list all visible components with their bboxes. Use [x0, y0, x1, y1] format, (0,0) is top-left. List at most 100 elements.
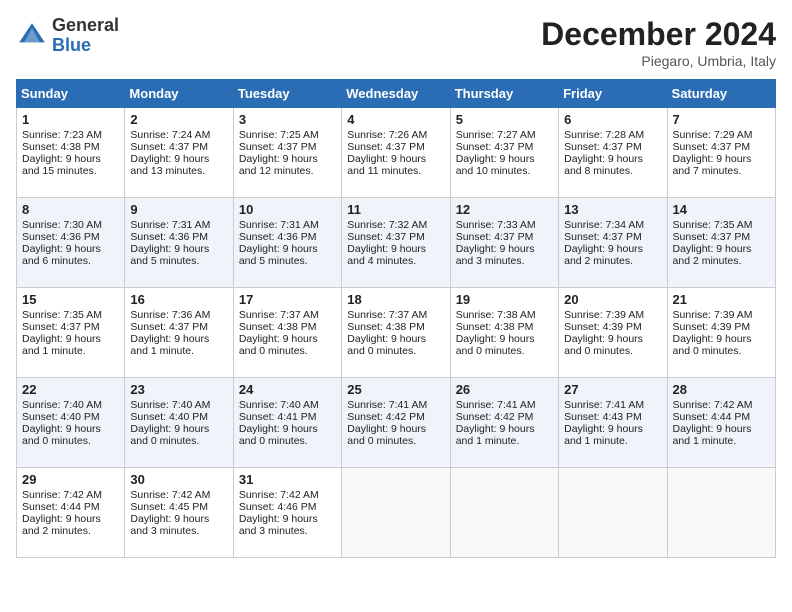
calendar-cell: 31 Sunrise: 7:42 AM Sunset: 4:46 PM Dayl… — [233, 468, 341, 558]
calendar-cell: 11 Sunrise: 7:32 AM Sunset: 4:37 PM Dayl… — [342, 198, 450, 288]
daylight-label: Daylight: 9 hours and 8 minutes. — [564, 153, 643, 177]
calendar-week-row: 15 Sunrise: 7:35 AM Sunset: 4:37 PM Dayl… — [17, 288, 776, 378]
day-number: 9 — [130, 202, 227, 217]
day-number: 3 — [239, 112, 336, 127]
daylight-label: Daylight: 9 hours and 5 minutes. — [130, 243, 209, 267]
calendar-cell: 21 Sunrise: 7:39 AM Sunset: 4:39 PM Dayl… — [667, 288, 775, 378]
logo-text: General Blue — [52, 16, 119, 56]
calendar-cell: 23 Sunrise: 7:40 AM Sunset: 4:40 PM Dayl… — [125, 378, 233, 468]
page-header: General Blue December 2024 Piegaro, Umbr… — [16, 16, 776, 69]
sunrise-label: Sunrise: 7:40 AM — [239, 399, 319, 411]
sunrise-label: Sunrise: 7:39 AM — [673, 309, 753, 321]
sunset-label: Sunset: 4:39 PM — [564, 321, 642, 333]
sunset-label: Sunset: 4:44 PM — [22, 501, 100, 513]
col-header-thursday: Thursday — [450, 80, 558, 108]
logo-general: General — [52, 16, 119, 36]
calendar-week-row: 8 Sunrise: 7:30 AM Sunset: 4:36 PM Dayli… — [17, 198, 776, 288]
calendar-cell — [342, 468, 450, 558]
sunrise-label: Sunrise: 7:42 AM — [130, 489, 210, 501]
sunrise-label: Sunrise: 7:38 AM — [456, 309, 536, 321]
calendar-cell: 8 Sunrise: 7:30 AM Sunset: 4:36 PM Dayli… — [17, 198, 125, 288]
calendar-cell: 18 Sunrise: 7:37 AM Sunset: 4:38 PM Dayl… — [342, 288, 450, 378]
col-header-tuesday: Tuesday — [233, 80, 341, 108]
sunrise-label: Sunrise: 7:30 AM — [22, 219, 102, 231]
sunset-label: Sunset: 4:36 PM — [130, 231, 208, 243]
day-number: 14 — [673, 202, 770, 217]
sunset-label: Sunset: 4:37 PM — [456, 141, 534, 153]
daylight-label: Daylight: 9 hours and 0 minutes. — [347, 423, 426, 447]
daylight-label: Daylight: 9 hours and 0 minutes. — [239, 423, 318, 447]
calendar-cell: 3 Sunrise: 7:25 AM Sunset: 4:37 PM Dayli… — [233, 108, 341, 198]
sunrise-label: Sunrise: 7:32 AM — [347, 219, 427, 231]
calendar-table: SundayMondayTuesdayWednesdayThursdayFrid… — [16, 79, 776, 558]
day-number: 19 — [456, 292, 553, 307]
daylight-label: Daylight: 9 hours and 3 minutes. — [239, 513, 318, 537]
calendar-cell: 28 Sunrise: 7:42 AM Sunset: 4:44 PM Dayl… — [667, 378, 775, 468]
sunset-label: Sunset: 4:38 PM — [456, 321, 534, 333]
sunset-label: Sunset: 4:36 PM — [239, 231, 317, 243]
sunrise-label: Sunrise: 7:36 AM — [130, 309, 210, 321]
sunset-label: Sunset: 4:36 PM — [22, 231, 100, 243]
sunrise-label: Sunrise: 7:41 AM — [347, 399, 427, 411]
sunrise-label: Sunrise: 7:37 AM — [239, 309, 319, 321]
daylight-label: Daylight: 9 hours and 1 minute. — [22, 333, 101, 357]
daylight-label: Daylight: 9 hours and 12 minutes. — [239, 153, 318, 177]
calendar-week-row: 29 Sunrise: 7:42 AM Sunset: 4:44 PM Dayl… — [17, 468, 776, 558]
daylight-label: Daylight: 9 hours and 0 minutes. — [564, 333, 643, 357]
col-header-friday: Friday — [559, 80, 667, 108]
sunset-label: Sunset: 4:37 PM — [456, 231, 534, 243]
calendar-cell: 27 Sunrise: 7:41 AM Sunset: 4:43 PM Dayl… — [559, 378, 667, 468]
col-header-saturday: Saturday — [667, 80, 775, 108]
daylight-label: Daylight: 9 hours and 0 minutes. — [456, 333, 535, 357]
day-number: 8 — [22, 202, 119, 217]
calendar-week-row: 1 Sunrise: 7:23 AM Sunset: 4:38 PM Dayli… — [17, 108, 776, 198]
calendar-header-row: SundayMondayTuesdayWednesdayThursdayFrid… — [17, 80, 776, 108]
day-number: 10 — [239, 202, 336, 217]
day-number: 12 — [456, 202, 553, 217]
day-number: 13 — [564, 202, 661, 217]
daylight-label: Daylight: 9 hours and 0 minutes. — [22, 423, 101, 447]
day-number: 11 — [347, 202, 444, 217]
calendar-week-row: 22 Sunrise: 7:40 AM Sunset: 4:40 PM Dayl… — [17, 378, 776, 468]
sunset-label: Sunset: 4:37 PM — [239, 141, 317, 153]
sunrise-label: Sunrise: 7:31 AM — [239, 219, 319, 231]
sunrise-label: Sunrise: 7:40 AM — [22, 399, 102, 411]
sunrise-label: Sunrise: 7:40 AM — [130, 399, 210, 411]
day-number: 16 — [130, 292, 227, 307]
sunset-label: Sunset: 4:37 PM — [564, 231, 642, 243]
day-number: 6 — [564, 112, 661, 127]
sunset-label: Sunset: 4:37 PM — [564, 141, 642, 153]
daylight-label: Daylight: 9 hours and 15 minutes. — [22, 153, 101, 177]
sunrise-label: Sunrise: 7:31 AM — [130, 219, 210, 231]
sunset-label: Sunset: 4:39 PM — [673, 321, 751, 333]
logo-blue: Blue — [52, 36, 119, 56]
day-number: 26 — [456, 382, 553, 397]
sunset-label: Sunset: 4:37 PM — [347, 141, 425, 153]
col-header-sunday: Sunday — [17, 80, 125, 108]
daylight-label: Daylight: 9 hours and 1 minute. — [130, 333, 209, 357]
sunrise-label: Sunrise: 7:41 AM — [564, 399, 644, 411]
sunrise-label: Sunrise: 7:39 AM — [564, 309, 644, 321]
sunset-label: Sunset: 4:41 PM — [239, 411, 317, 423]
daylight-label: Daylight: 9 hours and 3 minutes. — [130, 513, 209, 537]
calendar-cell: 16 Sunrise: 7:36 AM Sunset: 4:37 PM Dayl… — [125, 288, 233, 378]
calendar-cell: 4 Sunrise: 7:26 AM Sunset: 4:37 PM Dayli… — [342, 108, 450, 198]
calendar-cell: 24 Sunrise: 7:40 AM Sunset: 4:41 PM Dayl… — [233, 378, 341, 468]
day-number: 27 — [564, 382, 661, 397]
calendar-cell: 19 Sunrise: 7:38 AM Sunset: 4:38 PM Dayl… — [450, 288, 558, 378]
calendar-cell: 5 Sunrise: 7:27 AM Sunset: 4:37 PM Dayli… — [450, 108, 558, 198]
sunrise-label: Sunrise: 7:27 AM — [456, 129, 536, 141]
sunrise-label: Sunrise: 7:33 AM — [456, 219, 536, 231]
day-number: 28 — [673, 382, 770, 397]
daylight-label: Daylight: 9 hours and 10 minutes. — [456, 153, 535, 177]
calendar-cell: 6 Sunrise: 7:28 AM Sunset: 4:37 PM Dayli… — [559, 108, 667, 198]
sunset-label: Sunset: 4:37 PM — [673, 141, 751, 153]
sunset-label: Sunset: 4:40 PM — [130, 411, 208, 423]
sunset-label: Sunset: 4:42 PM — [456, 411, 534, 423]
sunrise-label: Sunrise: 7:25 AM — [239, 129, 319, 141]
calendar-cell: 22 Sunrise: 7:40 AM Sunset: 4:40 PM Dayl… — [17, 378, 125, 468]
daylight-label: Daylight: 9 hours and 2 minutes. — [673, 243, 752, 267]
sunrise-label: Sunrise: 7:37 AM — [347, 309, 427, 321]
sunrise-label: Sunrise: 7:29 AM — [673, 129, 753, 141]
sunset-label: Sunset: 4:38 PM — [22, 141, 100, 153]
